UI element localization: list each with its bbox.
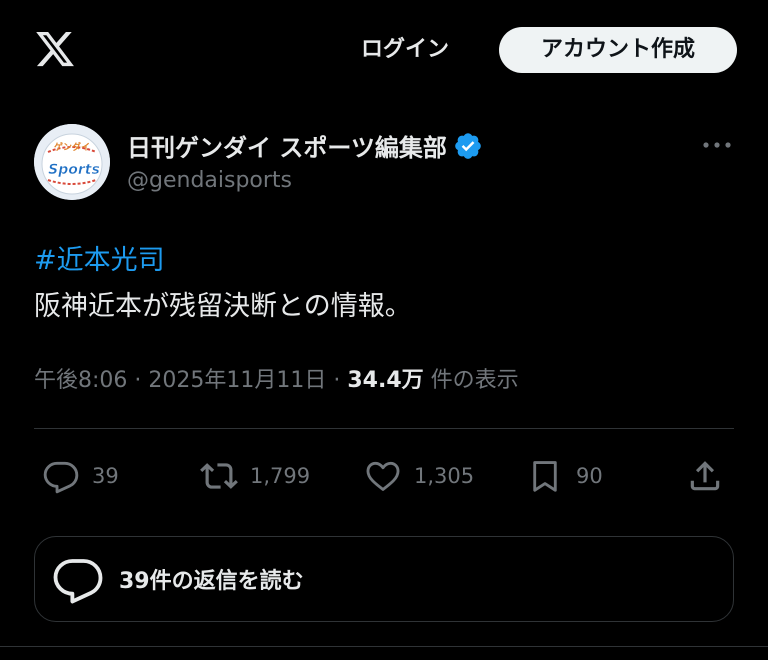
tweet-text: 阪神近本が残留決断との情報。 — [34, 291, 412, 322]
like-icon — [366, 461, 400, 491]
meta-separator: · — [326, 368, 348, 393]
author-handle[interactable]: @gendaisports — [127, 168, 292, 193]
hashtag-link[interactable]: #近本光司 — [34, 238, 165, 277]
divider — [34, 428, 734, 429]
bookmark-button[interactable]: 90 — [526, 450, 603, 502]
avatar[interactable]: ゲンダイ Sports — [34, 124, 110, 200]
bookmark-icon — [533, 461, 557, 492]
tweet-meta: 午後8:06 · 2025年11月11日 · 34.4万 件の表示 — [34, 362, 519, 394]
like-count: 1,305 — [414, 464, 475, 488]
read-replies-button[interactable]: 39件の返信を読む — [34, 536, 734, 622]
author-name-text[interactable]: 日刊ゲンダイ スポーツ編集部 — [127, 128, 447, 163]
repost-count: 1,799 — [250, 464, 311, 488]
x-logo-icon[interactable] — [34, 28, 76, 70]
reply-count: 39 — [92, 464, 119, 488]
top-bar: ログイン アカウント作成 — [0, 0, 768, 100]
replies-bubble-icon — [53, 559, 103, 604]
share-icon — [690, 461, 720, 491]
bottom-divider — [0, 646, 768, 647]
view-count-label: 件の表示 — [423, 368, 519, 393]
avatar-image: ゲンダイ Sports — [34, 124, 110, 200]
repost-button[interactable]: 1,799 — [200, 450, 310, 502]
repost-icon — [200, 463, 238, 489]
create-account-button[interactable]: アカウント作成 — [499, 27, 737, 73]
verified-badge-icon — [455, 132, 481, 159]
reply-button[interactable]: 39 — [42, 450, 119, 502]
bookmark-count: 90 — [576, 464, 603, 488]
action-bar: 39 1,799 1,305 90 — [34, 450, 734, 502]
login-button[interactable]: ログイン — [338, 30, 472, 70]
avatar-text: Sports — [48, 162, 100, 178]
reply-icon — [43, 461, 79, 494]
like-button[interactable]: 1,305 — [364, 450, 474, 502]
view-count: 34.4万 — [347, 368, 424, 393]
more-icon[interactable] — [700, 132, 734, 158]
author-name[interactable]: 日刊ゲンダイ スポーツ編集部 — [127, 128, 483, 163]
svg-text:ゲンダイ: ゲンダイ — [54, 141, 90, 153]
tweet-timestamp[interactable]: 午後8:06 · 2025年11月11日 — [34, 368, 326, 393]
share-button[interactable] — [686, 450, 724, 502]
read-replies-label: 39件の返信を読む — [119, 569, 304, 594]
